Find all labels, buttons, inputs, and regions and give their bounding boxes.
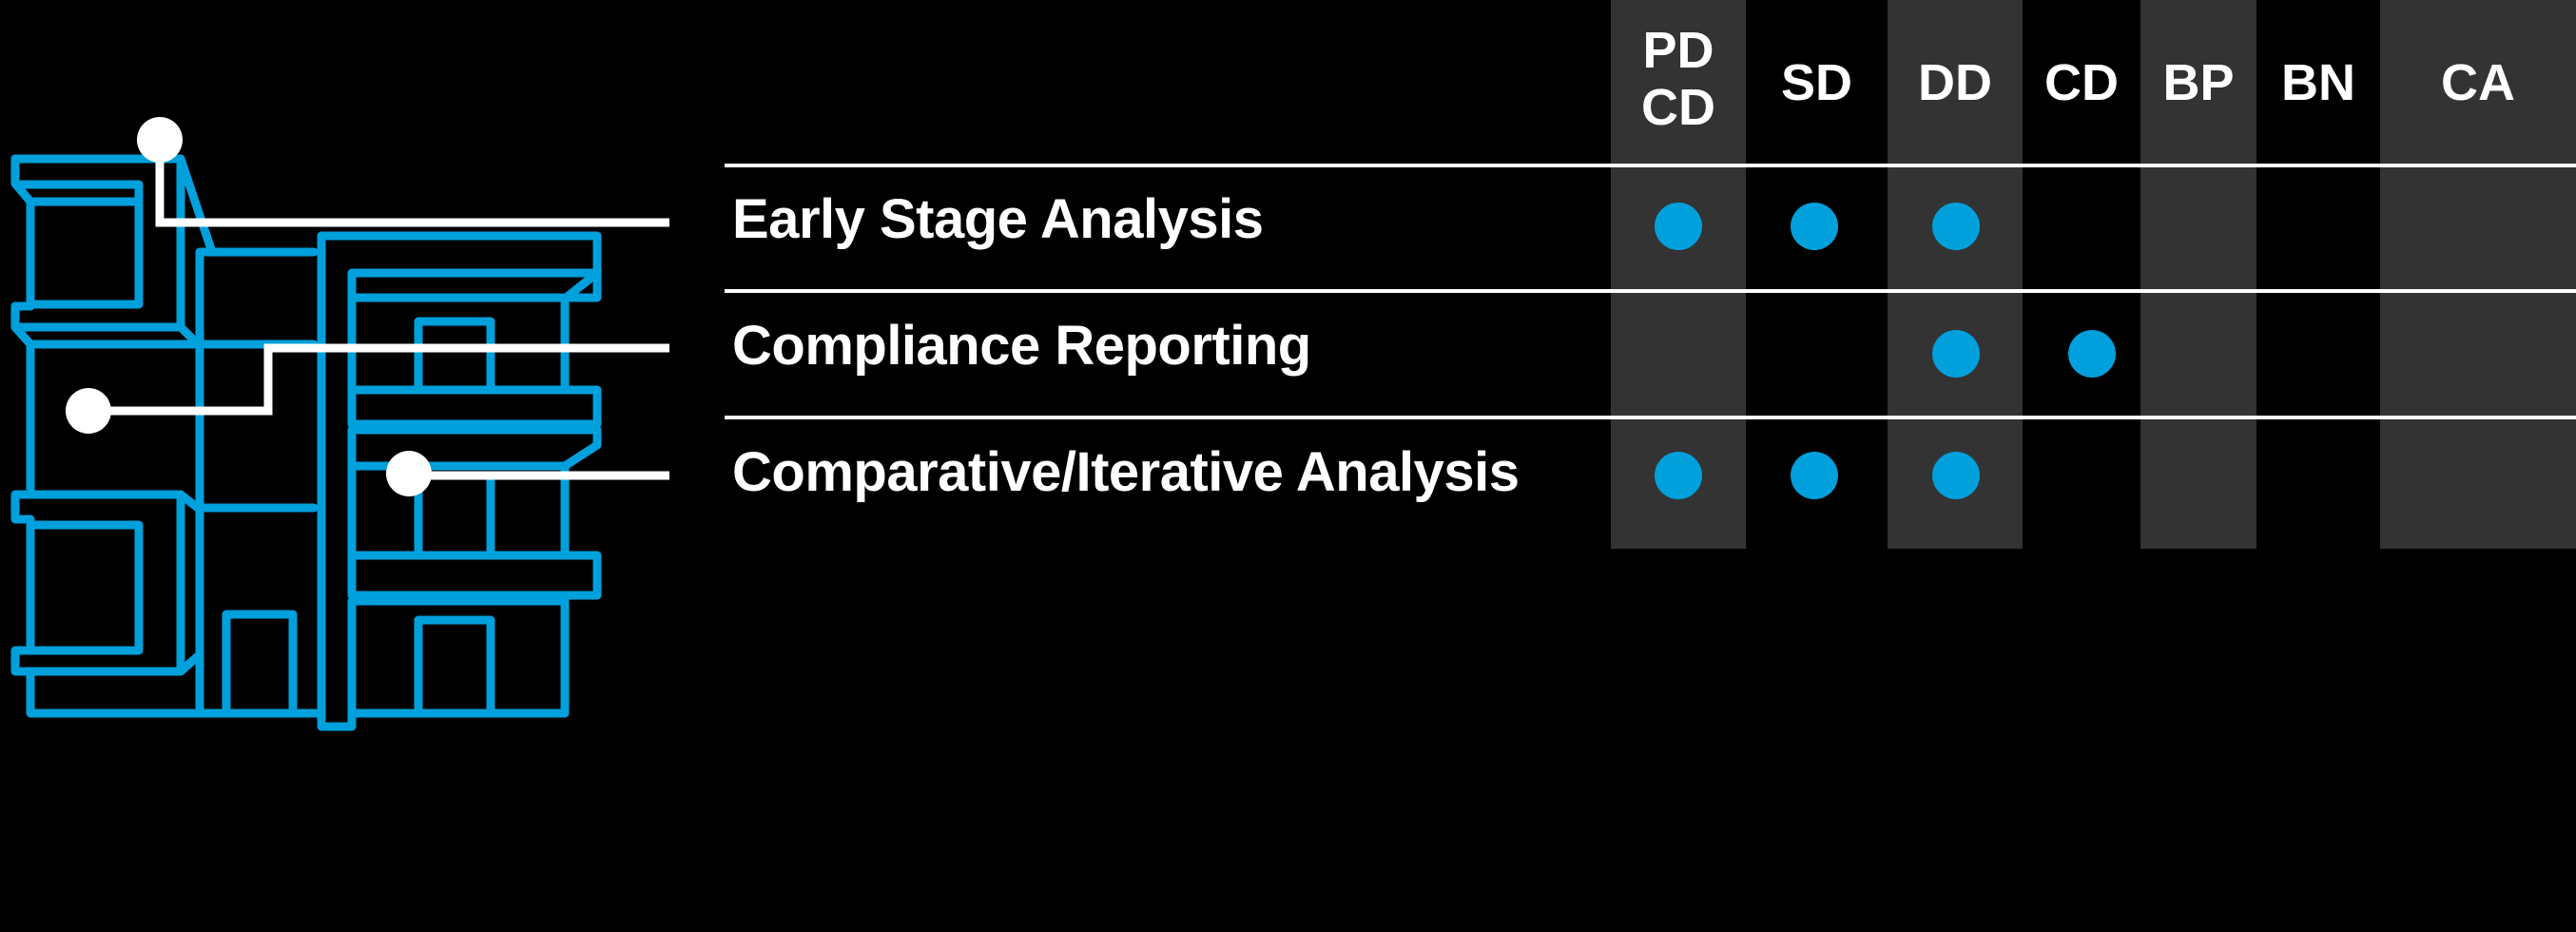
- phase-dot-sd: [1791, 452, 1838, 499]
- callout-dot-early-stage: [137, 117, 183, 163]
- row-label-comparative-iterative-analysis: Comparative/Iterative Analysis: [732, 441, 1520, 503]
- building-right-upper-window: [414, 317, 495, 395]
- callout-line-compliance: [89, 343, 669, 416]
- phase-dot-dd: [1932, 452, 1980, 499]
- row-label-early-stage-analysis: Early Stage Analysis: [732, 188, 1264, 250]
- row-label-compliance-reporting: Compliance Reporting: [732, 315, 1311, 377]
- phase-column-bp: BP: [2140, 0, 2256, 549]
- phase-dot-dd: [1932, 330, 1980, 378]
- phase-column-cd: CD: [2023, 0, 2140, 549]
- phase-header-cd: CD: [2044, 54, 2119, 111]
- phase-header-ca: CA: [2441, 54, 2515, 111]
- row-divider-1: [725, 164, 2576, 167]
- phase-header-bn: BN: [2281, 54, 2355, 111]
- building-right-upper-balcony: [347, 268, 602, 302]
- building-outline-icon: [10, 117, 669, 731]
- phase-dot-cd: [2068, 330, 2116, 378]
- phase-column-ca: CA: [2380, 0, 2576, 549]
- phase-header-sd: SD: [1780, 54, 1852, 111]
- building-right-mid-window: [414, 471, 495, 560]
- building-right-lower-door: [414, 615, 495, 718]
- building-right-mid-balcony: [347, 425, 602, 471]
- callout-dot-compliance: [66, 388, 111, 434]
- building-right-mid-frame: [347, 461, 602, 600]
- callout-dot-comparative: [386, 451, 432, 496]
- phase-header-line2: CD: [1641, 79, 1715, 136]
- building-left-upper-window-frame: [26, 197, 144, 309]
- phase-column-bn: BN: [2256, 0, 2380, 549]
- phase-header-pdcd: PD CD: [1611, 22, 1746, 136]
- phase-header-bp: BP: [2162, 54, 2235, 111]
- row-divider-2: [725, 289, 2576, 293]
- phase-dot-pdcd: [1655, 452, 1702, 499]
- phase-dot-pdcd: [1655, 203, 1702, 250]
- phase-dot-dd: [1932, 203, 1980, 250]
- phase-dot-sd: [1791, 203, 1838, 250]
- building-right-upper-frame: [347, 293, 602, 429]
- building-middle-door: [222, 610, 298, 718]
- building-right-spine: [317, 231, 357, 731]
- phase-header-dd: DD: [1918, 54, 1992, 111]
- building-right-top: [317, 231, 602, 395]
- row-divider-3: [725, 416, 2576, 419]
- building-left-mid-ledge: [10, 490, 203, 524]
- callout-line-early-stage: [155, 143, 669, 227]
- phase-header-line1: PD: [1642, 22, 1714, 79]
- building-left-lower-window: [26, 520, 144, 655]
- building-left-base: [26, 667, 204, 718]
